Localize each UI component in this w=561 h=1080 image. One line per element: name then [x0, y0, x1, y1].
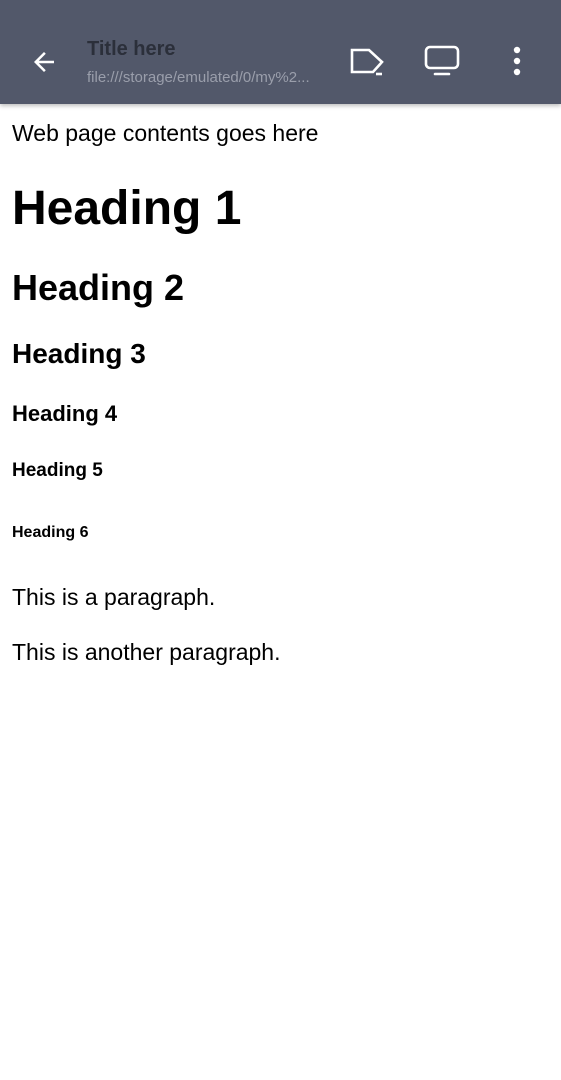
paragraph-1: This is a paragraph. — [12, 584, 216, 610]
more-options-button[interactable] — [487, 31, 547, 91]
paragraph-2: This is another paragraph. — [12, 639, 281, 665]
open-in-app-icon — [349, 47, 387, 77]
heading-1: Heading 1 — [12, 182, 242, 235]
heading-4: Heading 4 — [12, 401, 118, 426]
heading-6: Heading 6 — [12, 524, 89, 541]
page-url: file:///storage/emulated/0/my%2... — [87, 69, 310, 86]
page-title: Title here — [87, 38, 176, 60]
title-block: Title here file:///storage/emulated/0/my… — [87, 36, 332, 88]
more-vertical-icon — [511, 46, 523, 76]
intro-text: Web page contents goes here — [12, 120, 319, 146]
heading-5: Heading 5 — [12, 460, 103, 481]
device-button[interactable] — [412, 31, 472, 91]
heading-2: Heading 2 — [12, 267, 185, 308]
web-page-content: Web page contents goes here Heading 1 He… — [12, 104, 552, 666]
monitor-icon — [424, 45, 460, 77]
app-toolbar: Title here file:///storage/emulated/0/my… — [0, 0, 561, 104]
open-in-app-button[interactable] — [338, 32, 398, 92]
arrow-left-icon — [29, 47, 59, 77]
heading-3: Heading 3 — [12, 338, 146, 369]
back-button[interactable] — [14, 32, 74, 92]
